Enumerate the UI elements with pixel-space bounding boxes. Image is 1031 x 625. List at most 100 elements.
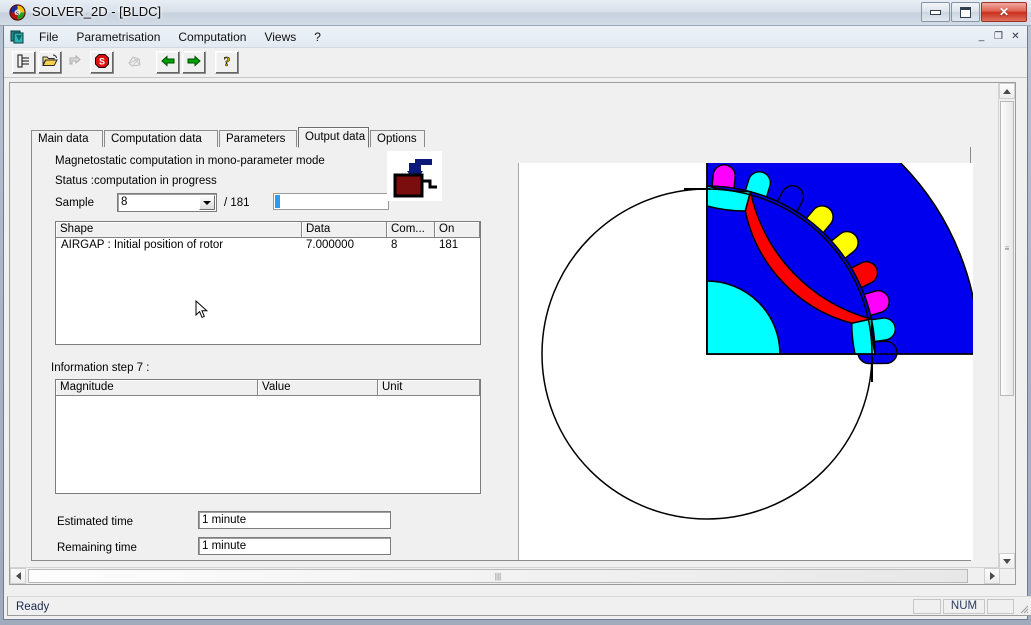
shape-list[interactable]: Shape Data Com... On AIRGAP : Initial po… (55, 221, 481, 345)
scroll-grip-icon: ≡ (1004, 244, 1010, 253)
progress-fill (275, 195, 280, 208)
window-titlebar: S SOLVER_2D - [BLDC] ✕ (0, 0, 1031, 26)
menu-views[interactable]: Views (255, 29, 305, 45)
toolbar: S ? (4, 48, 1027, 78)
close-icon: ✕ (998, 5, 1010, 19)
status-bar: Ready NUM (7, 596, 1031, 616)
estimated-time-label: Estimated time (57, 516, 134, 528)
shape-list-header: Shape Data Com... On (56, 222, 480, 238)
sample-total: / 181 (224, 197, 250, 209)
solve-icon (68, 53, 84, 72)
scroll-down-button[interactable] (999, 553, 1015, 569)
horizontal-scrollbar[interactable]: ||| (10, 567, 1000, 584)
menu-parametrisation[interactable]: Parametrisation (67, 29, 169, 45)
col-unit[interactable]: Unit (378, 380, 480, 396)
svg-text:S: S (99, 57, 105, 67)
vertical-scroll-thumb[interactable]: ≡ (1000, 101, 1014, 396)
col-data[interactable]: Data (302, 222, 387, 238)
next-button[interactable] (182, 51, 206, 74)
motor-geometry-svg (519, 163, 973, 560)
stop-sign-icon: S (94, 53, 110, 72)
mesh-icon (127, 53, 143, 72)
tab-output-data[interactable]: Output data (298, 127, 369, 148)
status-message: Ready (16, 601, 50, 613)
window-client-area: File Parametrisation Computation Views ?… (3, 26, 1031, 620)
cell-data: 7.000000 (306, 239, 354, 251)
solve-button (64, 51, 88, 74)
scroll-grip-icon: ||| (494, 571, 502, 581)
window-controls: ✕ (920, 2, 1027, 23)
maximize-icon (960, 6, 971, 18)
col-magnitude[interactable]: Magnitude (56, 380, 258, 396)
status-panel-num: NUM (943, 599, 985, 614)
resize-grip-icon[interactable] (1017, 602, 1029, 614)
scroll-up-button[interactable] (999, 83, 1015, 99)
tab-main-data[interactable]: Main data (31, 130, 103, 147)
cell-shape: AIRGAP : Initial position of rotor (61, 239, 224, 251)
sample-combo[interactable]: 8 (117, 193, 217, 212)
document-area: Main data Computation data Parameters Ou… (9, 82, 1016, 585)
tab-parameters[interactable]: Parameters (219, 130, 297, 147)
col-com[interactable]: Com... (387, 222, 435, 238)
solver-logo-icon: S (9, 4, 26, 21)
col-value[interactable]: Value (258, 380, 378, 396)
window-title: SOLVER_2D - [BLDC] (32, 4, 162, 19)
arrow-left-icon (160, 53, 176, 72)
mesh-button (123, 51, 147, 74)
question-mark-icon: ? (219, 53, 235, 72)
sample-label: Sample (55, 197, 94, 209)
sample-value: 8 (121, 196, 128, 208)
col-shape[interactable]: Shape (56, 222, 302, 238)
window-minimize-button[interactable] (921, 2, 950, 22)
mdi-window-controls: _ ❐ ✕ (974, 29, 1023, 43)
mouse-cursor (195, 299, 209, 323)
svg-text:?: ? (224, 55, 231, 69)
horizontal-scroll-thumb[interactable]: ||| (28, 569, 968, 583)
bldc-motor-cross-section[interactable] (518, 163, 973, 560)
menu-computation[interactable]: Computation (169, 29, 255, 45)
remaining-time-label: Remaining time (57, 542, 137, 554)
stop-button[interactable]: S (90, 51, 114, 74)
window-maximize-button[interactable] (951, 2, 980, 22)
remaining-time-field[interactable]: 1 minute (198, 537, 391, 555)
mdi-restore-button[interactable]: ❐ (991, 29, 1006, 43)
info-list[interactable]: Magnitude Value Unit (55, 379, 481, 494)
status-line: Status :computation in progress (55, 175, 217, 187)
menu-items: File Parametrisation Computation Views ? (30, 29, 330, 45)
svg-text:S: S (16, 11, 19, 17)
open-button[interactable] (38, 51, 62, 74)
chevron-down-icon[interactable] (199, 195, 215, 210)
table-row[interactable]: AIRGAP : Initial position of rotor 7.000… (56, 238, 480, 253)
tree-view-button[interactable] (12, 51, 36, 74)
menu-bar: File Parametrisation Computation Views ?… (4, 26, 1027, 48)
vertical-scrollbar[interactable]: ≡ (998, 83, 1015, 569)
shape-list-body: AIRGAP : Initial position of rotor 7.000… (56, 238, 480, 344)
mode-line: Magnetostatic computation in mono-parame… (55, 155, 325, 167)
output-data-panel: Magnetostatic computation in mono-parame… (31, 147, 973, 561)
info-step-label: Information step 7 : (51, 362, 150, 374)
tab-strip: Main data Computation data Parameters Ou… (31, 127, 971, 148)
computation-progress-bar (273, 193, 389, 210)
previous-button[interactable] (156, 51, 180, 74)
tree-icon (16, 53, 32, 72)
info-list-header: Magnitude Value Unit (56, 380, 480, 396)
cell-com: 8 (391, 239, 398, 251)
open-folder-icon (42, 53, 58, 72)
help-button[interactable]: ? (215, 51, 239, 74)
mdi-close-button[interactable]: ✕ (1008, 29, 1023, 43)
tab-options[interactable]: Options (370, 130, 425, 147)
estimated-time-field[interactable]: 1 minute (198, 511, 391, 529)
status-panel-1 (913, 599, 941, 614)
window-close-button[interactable]: ✕ (981, 2, 1027, 22)
scroll-right-button[interactable] (984, 568, 1000, 584)
application-window: S SOLVER_2D - [BLDC] ✕ File Parametrisat… (0, 0, 1031, 625)
info-list-body (56, 396, 480, 493)
mdi-minimize-button[interactable]: _ (974, 29, 989, 43)
scroll-left-button[interactable] (10, 568, 26, 584)
menu-help[interactable]: ? (305, 29, 330, 45)
mdi-document-icon[interactable] (10, 29, 25, 44)
tab-computation-data[interactable]: Computation data (104, 130, 218, 147)
cell-on: 181 (439, 239, 459, 251)
menu-file[interactable]: File (30, 29, 67, 45)
col-on[interactable]: On (435, 222, 480, 238)
